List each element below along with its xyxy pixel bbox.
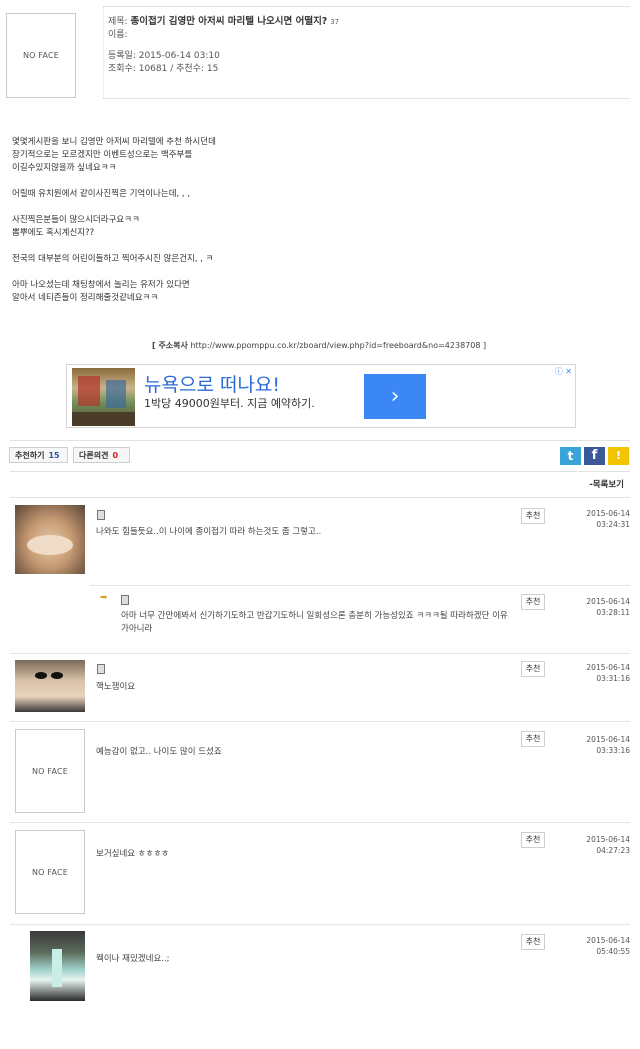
avatar-placeholder-text: NO FACE (31, 766, 69, 776)
reply-arrow-icon: ➥ (100, 593, 108, 603)
body-line (12, 240, 612, 253)
body-line: 어릴때 유치원에서 같이사진찍은 기억이나는데, , , (12, 189, 191, 199)
address-copy-label[interactable]: [ 주소복사 (152, 341, 188, 350)
comment-date: 2015-06-14 04:27:23 (586, 834, 630, 856)
body-line: 사진찍은분들이 많으시더라구요ㅋㅋ (12, 215, 140, 225)
comment-text: 나와도 힘들듯요..이 나이에 종이접기 따라 하는것도 좀 그렇고.. (96, 527, 322, 537)
comment-text: 아마 너무 간만에봐서 신기하기도하고 반갑기도하니 일회성으론 충분히 가능성… (121, 610, 521, 636)
comment-date-time: 03:28:11 (596, 608, 630, 617)
post-body: 몇몇게시판을 보니 김영만 아저씨 마리텔에 추천 하시던데 장기적으로는 모르… (12, 136, 612, 305)
chevron-right-icon: › (390, 384, 400, 409)
body-line: 알아서 네티즌들이 정리해줄것같네요ㅋㅋ (12, 293, 159, 303)
post-stats: 조회수: 10681 / 추천수: 15 (108, 64, 219, 74)
adchoices-icon[interactable]: ⓘ ✕ (555, 366, 572, 377)
body-line: 이길수있지않을까 싶네요ㅋㅋ (12, 163, 117, 173)
comment-text-line: 아마 너무 간만에봐서 신기하기도하고 반갑기도하니 일회성으론 충분히 가능성… (121, 611, 508, 621)
comment-date-time: 03:24:31 (596, 520, 630, 529)
kakao-share-icon[interactable]: ! (608, 447, 629, 465)
comment-date: 2015-06-14 03:33:16 (586, 734, 630, 756)
document-icon (121, 595, 129, 605)
body-line: 뽐뿌에도 혹시계신지?? (12, 228, 95, 238)
comment-avatar: NO FACE (15, 729, 85, 813)
comment-date: 2015-06-14 03:28:11 (586, 596, 630, 618)
ad-headline[interactable]: 뉴욕으로 떠나요! (144, 370, 280, 397)
body-line: 아마 나오셨는데 채팅창에서 놀리는 유저가 있다면 (12, 280, 190, 290)
ad-banner[interactable]: 뉴욕으로 떠나요! 1박당 49000원부터. 지금 예약하기. › ⓘ ✕ (66, 364, 576, 428)
ad-image[interactable] (72, 368, 135, 426)
dissent-count: 0 (112, 451, 119, 460)
comment-recommend-button[interactable]: 추천 (521, 832, 545, 848)
comment-date: 2015-06-14 05:40:55 (586, 935, 630, 957)
address-url[interactable]: http://www.ppomppu.co.kr/zboard/view.php… (190, 341, 486, 350)
post-date: 등록일: 2015-06-14 03:10 (108, 51, 220, 61)
comment-date-day: 2015-06-14 (586, 663, 630, 672)
body-line: 장기적으로는 모르겠지만 이벤트성으로는 백주부를 (12, 150, 193, 160)
comment-date: 2015-06-14 03:31:16 (586, 662, 630, 684)
comment-date-day: 2015-06-14 (586, 597, 630, 606)
comment-recommend-button[interactable]: 추천 (521, 934, 545, 950)
comment-date-time: 04:27:23 (596, 846, 630, 855)
comment-date-time: 03:33:16 (596, 746, 630, 755)
list-view-link[interactable]: -목록보기 (589, 478, 624, 490)
dissent-button[interactable]: 다른의견 0 (73, 447, 130, 463)
comment-date-day: 2015-06-14 (586, 509, 630, 518)
author-name-label: 이름: (108, 30, 128, 40)
comment-text: 꿱이나 재밌겠네요..; (96, 954, 170, 964)
avatar-placeholder-text: NO FACE (22, 51, 60, 60)
title-prefix: 제목: (108, 17, 128, 27)
document-icon (97, 510, 105, 520)
comment-avatar (15, 505, 85, 574)
recommend-button[interactable]: 추천하기 15 (9, 447, 68, 463)
document-icon (97, 664, 105, 674)
body-line: 몇몇게시판을 보니 김영만 아저씨 마리텔에 추천 하시던데 (12, 137, 216, 147)
comment-text-line: 가아니라 (121, 624, 153, 634)
comment-date-day: 2015-06-14 (586, 835, 630, 844)
dissent-label[interactable]: 다른의견 (79, 451, 108, 460)
comment-avatar (30, 931, 85, 1001)
ad-subline[interactable]: 1박당 49000원부터. 지금 예약하기. (144, 395, 315, 411)
facebook-share-icon[interactable]: f (584, 447, 605, 465)
comment-recommend-button[interactable]: 추천 (521, 594, 545, 610)
comment-date-day: 2015-06-14 (586, 936, 630, 945)
body-line (12, 201, 612, 214)
comment-text: 예능감이 없고.. 나이도 많이 드셨죠 (96, 747, 222, 757)
comment-date-time: 03:31:16 (596, 674, 630, 683)
recommend-label[interactable]: 추천하기 (15, 451, 44, 460)
comment-avatar (15, 660, 85, 712)
body-line (12, 175, 612, 188)
comment-recommend-button[interactable]: 추천 (521, 508, 545, 524)
author-avatar: NO FACE (6, 13, 76, 98)
comment-recommend-button[interactable]: 추천 (521, 731, 545, 747)
body-line (12, 266, 612, 279)
comment-avatar: NO FACE (15, 830, 85, 914)
post-title: 종이접기 김영만 아저씨 마리텔 나오시면 어떨지? (130, 16, 328, 27)
comment-date: 2015-06-14 03:24:31 (586, 508, 630, 530)
ad-arrow-button[interactable]: › (364, 374, 426, 419)
address-copy[interactable]: [ 주소복사 http://www.ppomppu.co.kr/zboard/v… (152, 340, 486, 351)
avatar-placeholder-text: NO FACE (31, 867, 69, 877)
comment-text: 핵노잼이요 (96, 682, 136, 692)
comment-text: 보거싶네요 ㅎㅎㅎㅎ (96, 849, 170, 859)
recommend-count: 15 (48, 451, 60, 460)
twitter-share-icon[interactable]: t (560, 447, 581, 465)
comment-count[interactable]: 37 (330, 18, 339, 26)
comment-date-time: 05:40:55 (596, 947, 630, 956)
comment-recommend-button[interactable]: 추천 (521, 661, 545, 677)
body-line: 전국의 대부분의 어린이들하고 찍어주시진 않은건지, , ㅋ (12, 254, 214, 264)
comment-date-day: 2015-06-14 (586, 735, 630, 744)
